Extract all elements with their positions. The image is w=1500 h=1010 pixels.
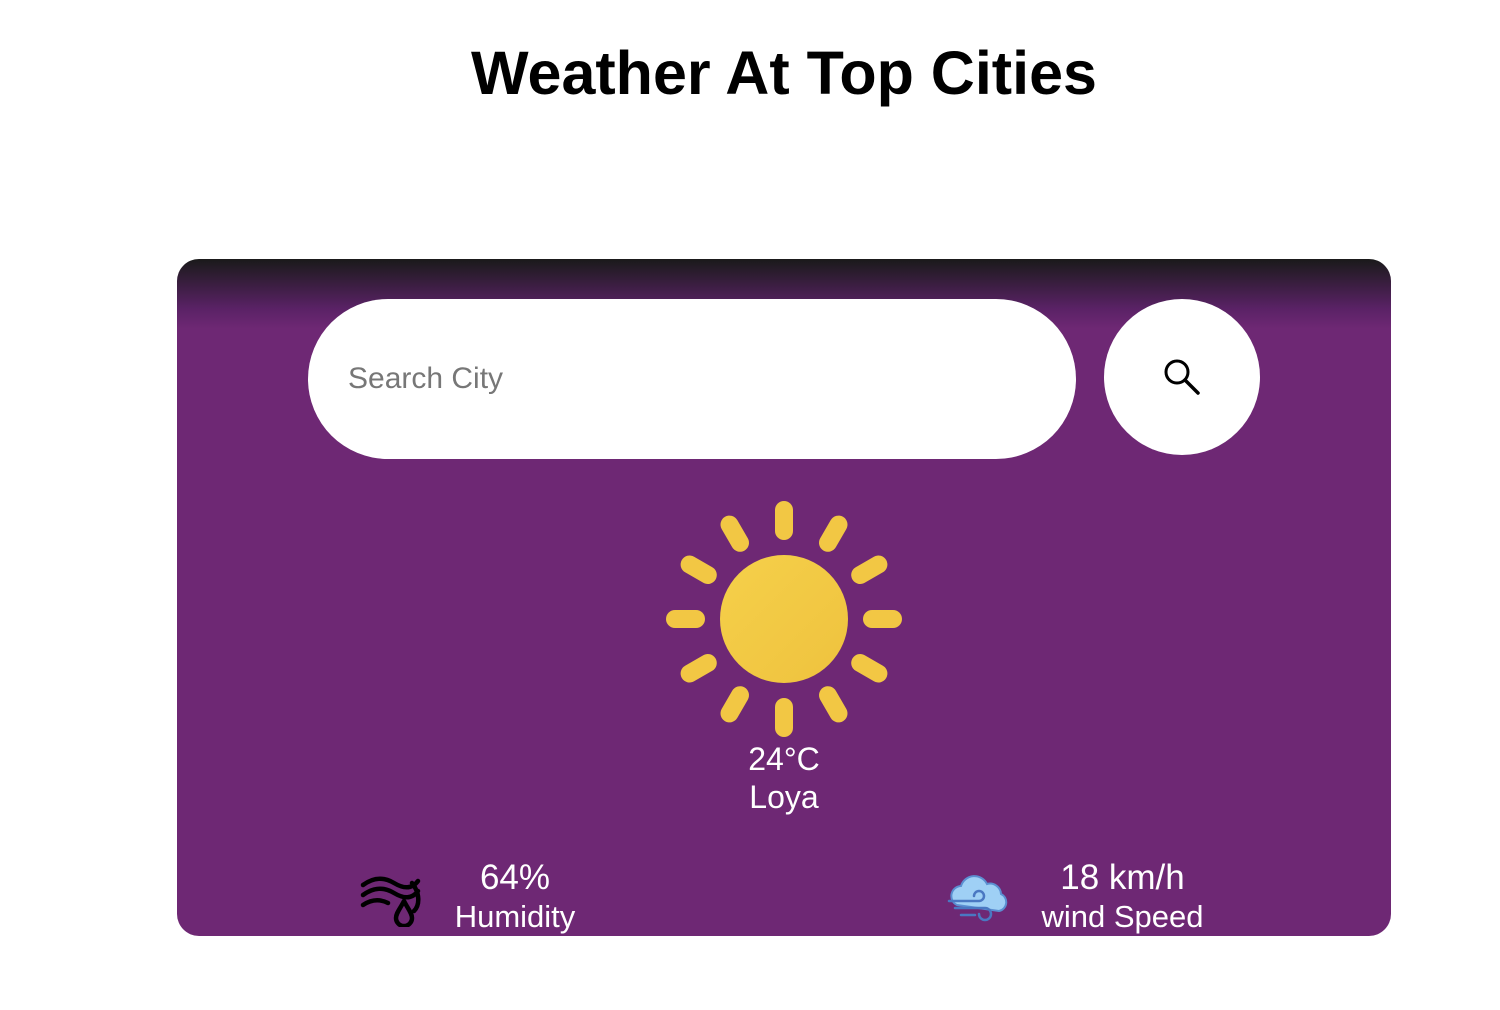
humidity-label: Humidity xyxy=(454,899,576,934)
wind-value: 18 km/h xyxy=(1060,858,1185,897)
search-button[interactable] xyxy=(1104,299,1260,455)
temperature: 24°C xyxy=(748,741,820,777)
humidity-value: 64% xyxy=(479,858,551,897)
wind-stat: 18 km/h wind Speed xyxy=(945,857,1245,936)
wind-cloud-icon xyxy=(947,875,1008,922)
page-title: Weather At Top Cities xyxy=(471,39,1097,107)
sun-icon xyxy=(666,501,902,737)
city-name: Loya xyxy=(749,779,819,815)
humidity-stat: 64% Humidity xyxy=(360,857,620,936)
search-input[interactable] xyxy=(308,299,1076,459)
search-icon xyxy=(1164,359,1200,395)
wind-label: wind Speed xyxy=(1041,899,1204,934)
weather-card: 24°C Loya 64% Humidity 18 km/h wind Spee… xyxy=(177,259,1391,936)
humidity-icon xyxy=(360,876,421,927)
